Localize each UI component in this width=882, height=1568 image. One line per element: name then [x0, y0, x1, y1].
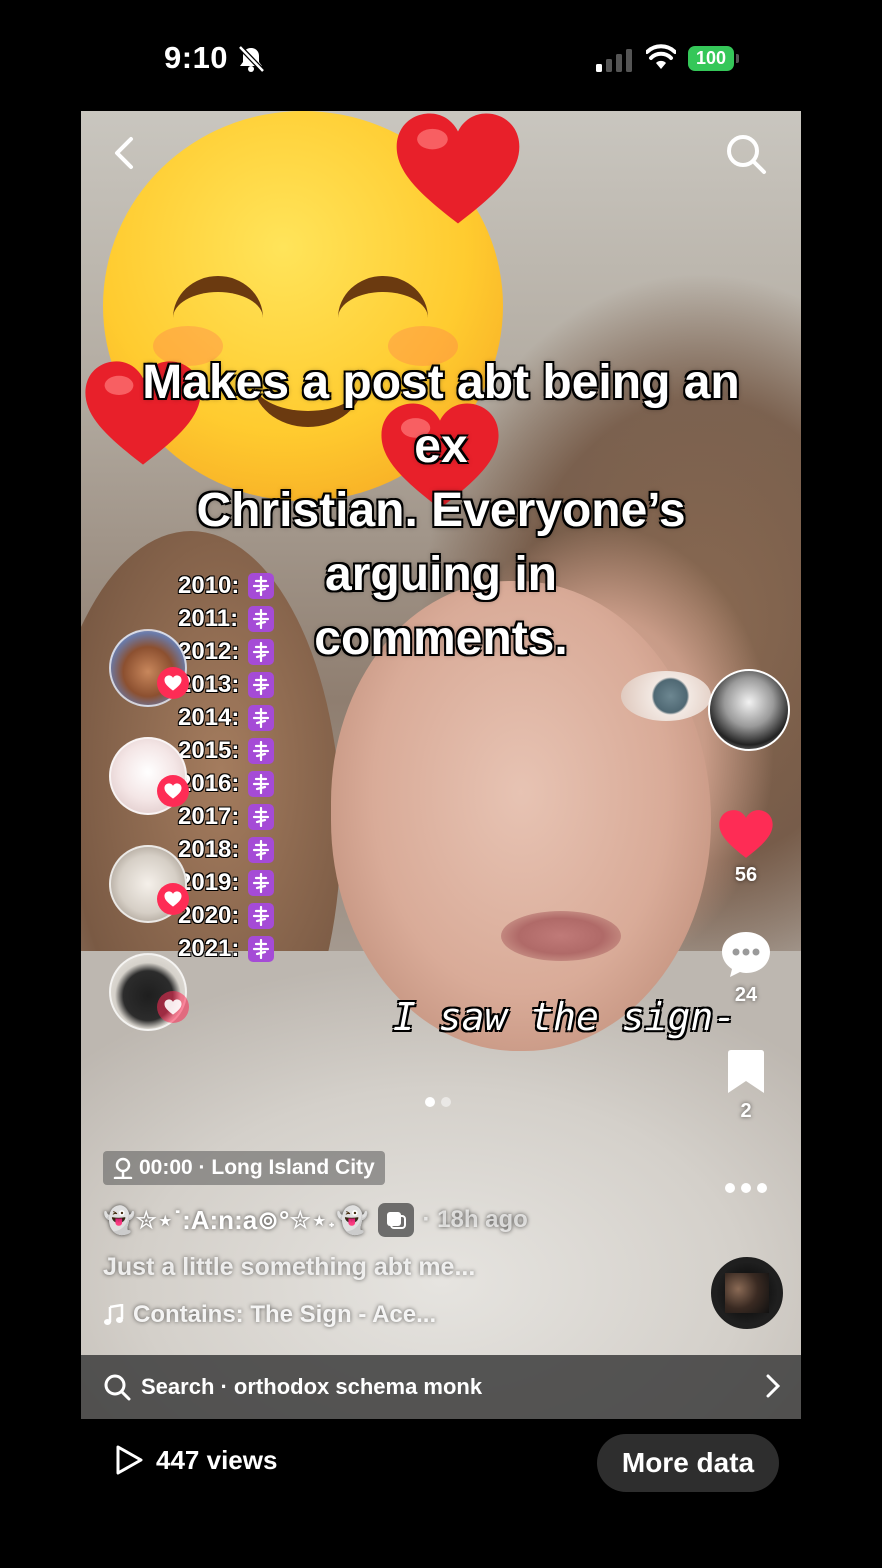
- status-time: 9:10: [164, 40, 229, 75]
- year-row: 2012:: [178, 635, 274, 668]
- more-button[interactable]: [711, 1181, 781, 1200]
- views-text: 447 views: [156, 1444, 278, 1475]
- music-note-icon: [104, 1304, 124, 1325]
- more-icon: [725, 1183, 767, 1193]
- like-count: 56: [734, 864, 758, 886]
- liker-heart-icon: [157, 883, 189, 915]
- year-row: 2015:: [178, 734, 274, 767]
- year-row: 2011:: [178, 602, 274, 635]
- emoji-eye-right: [338, 276, 428, 318]
- carousel-dots: [425, 1097, 451, 1107]
- year-row: 2016:: [178, 767, 274, 800]
- caption-line: ex: [414, 420, 468, 473]
- year-row: 2017:: [178, 800, 274, 833]
- heart-icon: [719, 810, 773, 858]
- bell-off-icon: [238, 45, 265, 73]
- bookmark-icon: [728, 1050, 764, 1093]
- year-row: 2021:: [178, 932, 274, 965]
- post-time-ago: · 18h ago: [422, 1206, 528, 1233]
- orthodox-cross-icon: [248, 836, 274, 863]
- year-label: 2018:: [178, 835, 240, 863]
- year-label: 2017:: [178, 802, 240, 830]
- post-description[interactable]: Just a little something abt me...: [103, 1253, 475, 1282]
- video-lips: [501, 911, 621, 961]
- year-row: 2014:: [178, 701, 274, 734]
- orthodox-cross-icon: [248, 935, 274, 962]
- orthodox-cross-icon: [248, 671, 274, 698]
- orthodox-cross-icon: [248, 770, 274, 797]
- related-search-bar[interactable]: Search · orthodox schema monk: [81, 1355, 801, 1419]
- play-icon: [116, 1445, 143, 1475]
- wifi-icon: [646, 44, 676, 69]
- carousel-dot-active: [425, 1097, 435, 1107]
- sound-text: Contains: The Sign - Ace...: [133, 1301, 437, 1328]
- back-icon[interactable]: [105, 133, 145, 173]
- search-bar-icon: [104, 1374, 131, 1401]
- year-row: 2018:: [178, 833, 274, 866]
- username[interactable]: 👻✮⋆˙:A:n:a⊚°✮⋆˖👻: [103, 1205, 368, 1236]
- year-row: 2019:: [178, 866, 274, 899]
- emoji-eye-left: [173, 276, 263, 318]
- sound-row[interactable]: Contains: The Sign - Ace...: [103, 1301, 436, 1329]
- status-bar: 9:10 100: [0, 0, 882, 110]
- battery-cap: [736, 54, 739, 63]
- video-overlay-text: I saw the sign-: [393, 995, 737, 1039]
- views-count: 447 views: [114, 1444, 277, 1476]
- bookmark-button[interactable]: 2: [711, 1049, 781, 1123]
- year-list: 2010: 2011: 2012: 2013: 2014: 2015: 2016: 2017:…: [178, 569, 274, 965]
- location-tag[interactable]: 00:00 · Long Island City: [103, 1151, 385, 1185]
- search-bar-text: Search · orthodox schema monk: [141, 1374, 483, 1399]
- year-row: 2020:: [178, 899, 274, 932]
- like-button[interactable]: 56: [711, 809, 781, 887]
- orthodox-cross-icon: [248, 902, 274, 929]
- liker-heart-icon: [157, 991, 189, 1023]
- orthodox-cross-icon: [248, 737, 274, 764]
- orthodox-cross-icon: [248, 869, 274, 896]
- orthodox-cross-icon: [248, 572, 274, 599]
- username-row: 👻✮⋆˙:A:n:a⊚°✮⋆˖👻 · 18h ago: [103, 1203, 528, 1237]
- year-row: 2010:: [178, 569, 274, 602]
- chevron-right-icon: [766, 1374, 781, 1398]
- screen: 9:10 100 Makes a post abt being an ex Ch…: [0, 0, 882, 1568]
- orthodox-cross-icon: [248, 605, 274, 632]
- bookmark-count: 2: [740, 1100, 752, 1122]
- liker-heart-icon: [157, 667, 189, 699]
- year-label: 2021:: [178, 934, 240, 962]
- year-label: 2014:: [178, 703, 240, 731]
- heart-emoji-large: [396, 113, 520, 224]
- year-label: 2011:: [178, 604, 239, 632]
- year-label: 2020:: [178, 901, 240, 929]
- music-disc[interactable]: [711, 1257, 783, 1329]
- music-disc-art: [725, 1273, 769, 1313]
- orthodox-cross-icon: [248, 803, 274, 830]
- location-pin-icon: [113, 1157, 133, 1179]
- video-player[interactable]: Makes a post abt being an ex Christian. …: [81, 111, 801, 1419]
- caption-line: Christian. Everyone’s: [196, 484, 686, 537]
- video-eye: [621, 671, 711, 721]
- search-icon[interactable]: [723, 131, 769, 177]
- orthodox-cross-icon: [248, 704, 274, 731]
- comment-icon: [722, 932, 770, 977]
- caption-line: Makes a post abt being an: [142, 356, 740, 409]
- year-label: 2010:: [178, 571, 240, 599]
- more-data-button[interactable]: More data: [597, 1434, 779, 1492]
- liker-heart-icon: [157, 775, 189, 807]
- year-label: 2012:: [178, 637, 240, 665]
- creator-avatar[interactable]: [708, 669, 790, 751]
- photo-mode-icon: [387, 1212, 407, 1229]
- battery-indicator: 100: [688, 46, 734, 71]
- location-text: 00:00 · Long Island City: [139, 1156, 375, 1179]
- sticker-badge: [378, 1203, 415, 1237]
- carousel-dot: [441, 1097, 451, 1107]
- orthodox-cross-icon: [248, 638, 274, 665]
- year-label: 2015:: [178, 736, 240, 764]
- signal-icon: [596, 49, 632, 72]
- year-row: 2013:: [178, 668, 274, 701]
